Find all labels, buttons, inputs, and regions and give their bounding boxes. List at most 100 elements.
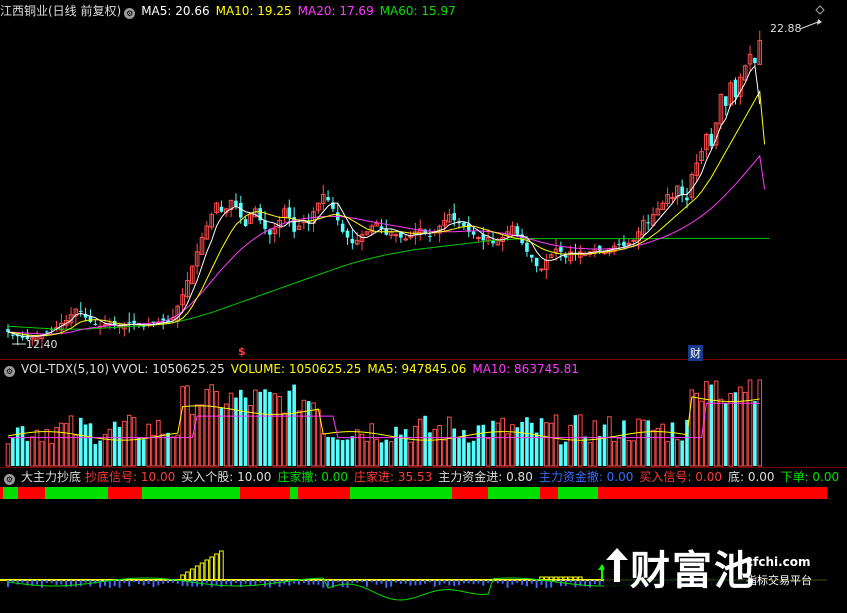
indicator-blue-bar — [205, 580, 208, 583]
indicator-blue-bar — [230, 580, 233, 586]
indicator-blue-bar — [259, 580, 262, 583]
indicator-blue-bar — [496, 580, 499, 584]
volume-bar — [738, 386, 743, 467]
volume-bar — [655, 427, 661, 467]
volume-bar — [78, 417, 83, 466]
indicator-yellow-bar — [190, 568, 195, 581]
indicator-blue-bar — [521, 580, 524, 585]
volume-bar — [340, 440, 345, 466]
candle-body — [452, 213, 456, 221]
volume-bar — [592, 420, 598, 467]
volume-bar — [646, 420, 650, 466]
volume-bar — [117, 426, 122, 466]
volume-bar — [131, 417, 137, 467]
volume-bar — [636, 418, 641, 467]
volume-bar — [296, 410, 302, 467]
volume-bar — [219, 408, 224, 466]
volume-bar — [194, 404, 200, 467]
volume-bar — [137, 437, 141, 466]
volume-bar — [689, 389, 695, 467]
candle-body — [11, 334, 15, 336]
signal-strip-segment — [108, 487, 142, 499]
indicator-blue-bar — [404, 580, 407, 584]
volume-bar — [180, 386, 185, 467]
candle-body — [6, 329, 10, 332]
volume-bar — [287, 390, 292, 466]
volume-bar — [388, 441, 394, 467]
volume-bar — [520, 421, 524, 466]
volume-bar — [63, 423, 69, 467]
volume-bar — [88, 423, 93, 466]
volume-bar — [539, 418, 544, 466]
volume-bar — [394, 426, 398, 466]
indicator-blue-bar — [317, 580, 320, 585]
indicator-blue-bar — [273, 580, 276, 585]
volume-bar — [583, 436, 587, 466]
indicator-blue-bar — [506, 580, 509, 588]
indicator-blue-bar — [375, 580, 378, 585]
candle-body — [161, 318, 165, 321]
volume-bar — [223, 403, 229, 467]
indicator-blue-bar — [361, 580, 364, 583]
volume-bar — [462, 429, 466, 466]
indicator-yellow-bar — [199, 562, 205, 581]
candle-body — [393, 234, 399, 237]
stock-chart[interactable] — [0, 0, 847, 613]
volume-bar — [622, 420, 626, 466]
indicator-blue-bar — [254, 580, 257, 586]
volume-bar — [292, 384, 296, 466]
indicator-blue-bar — [433, 580, 436, 587]
candle-body — [597, 245, 602, 251]
volume-bar — [423, 415, 427, 466]
indicator-blue-bar — [472, 580, 475, 585]
indicator-blue-bar — [128, 580, 131, 587]
indicator-blue-bar — [298, 580, 300, 585]
indicator-blue-bar — [118, 580, 121, 588]
indicator-blue-bar — [380, 580, 383, 584]
volume-bar — [626, 439, 632, 467]
event-marker-s[interactable]: $ — [238, 345, 246, 358]
signal-strip-segment — [598, 487, 827, 499]
high-price-arrowhead — [817, 19, 822, 25]
indicator-blue-bar — [458, 580, 461, 586]
volume-bar — [616, 437, 622, 467]
indicator-blue-bar — [99, 580, 102, 588]
volume-bar — [83, 424, 88, 466]
signal-strip-segment — [240, 487, 290, 499]
indicator-blue-bar — [74, 580, 77, 587]
volume-bar — [471, 440, 476, 466]
volume-bar — [611, 441, 617, 467]
volume-bar — [170, 436, 176, 467]
indicator-yellow-bar — [573, 576, 578, 581]
volume-bar — [364, 440, 370, 467]
candle-body — [127, 322, 132, 324]
indicator-blue-bar — [530, 580, 533, 584]
candle-body — [525, 242, 529, 252]
indicator-blue-bar — [234, 580, 237, 584]
volume-bar — [107, 428, 113, 467]
volume-bar — [209, 384, 214, 467]
volume-bar — [336, 439, 340, 466]
indicator-blue-bar — [147, 580, 150, 585]
candle-body — [476, 237, 481, 240]
indicator-blue-bar — [438, 580, 441, 585]
volume-bar — [437, 424, 442, 467]
volume-bar — [631, 440, 636, 467]
volume-bar — [408, 441, 413, 467]
volume-bar — [44, 429, 50, 467]
volume-bar — [525, 417, 529, 466]
volume-bar — [650, 429, 656, 467]
indicator-blue-bar — [36, 580, 39, 585]
watermark-logo-text: 财富池 — [630, 548, 756, 594]
indicator-blue-bar — [409, 580, 412, 586]
high-price-pointer — [799, 21, 819, 30]
volume-bar — [379, 442, 384, 466]
volume-bar — [156, 420, 161, 467]
volume-bar — [718, 398, 724, 467]
volume-bar — [680, 440, 684, 466]
event-marker-cai[interactable]: 财 — [688, 345, 703, 361]
volume-bar — [704, 381, 709, 467]
indicator-yellow-bar — [544, 576, 549, 581]
indicator-blue-bar — [167, 580, 170, 583]
volume-bar — [204, 388, 210, 467]
